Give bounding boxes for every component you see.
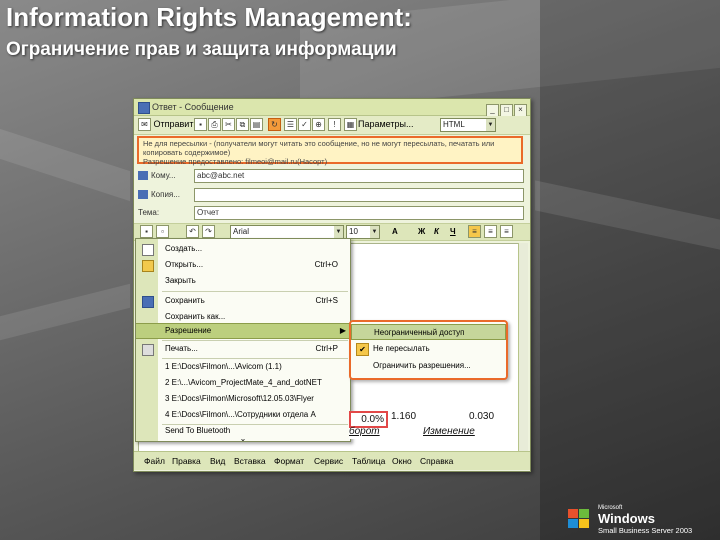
menu-file[interactable]: Файл [144,452,165,470]
slide-title: Information Rights Management: [6,2,412,32]
window-title: Ответ - Сообщение [152,102,234,112]
submenu-item-unrestricted[interactable]: Неограниченный доступ [351,324,506,340]
recent-file-item[interactable]: 3 E:\Docs\Filmon\Microsoft\12.05.03\Flye… [136,391,350,407]
checkmark-icon: ✔ [356,343,369,356]
align-right-icon[interactable]: ≡ [500,225,513,239]
to-button[interactable]: Кому... [138,171,176,181]
menu-item-save[interactable]: Сохранить Ctrl+S [136,293,350,309]
logo-edition: Small Business Server 2003 [598,526,693,535]
cut-icon[interactable]: ✂ [222,118,235,132]
menu-tools[interactable]: Сервис [314,452,343,470]
recent-file-item[interactable]: 2 E:\...\Avicom_ProjectMate_4_and_dotNET [136,375,350,391]
send-button[interactable]: ✉ Отправить [138,118,198,132]
folder-icon [142,260,154,272]
to-row: Кому... abc@abc.net [138,168,526,183]
attach-icon[interactable]: ⊕ [312,118,325,132]
permission-icon[interactable]: ↻ [268,118,281,132]
print-icon [142,344,154,356]
cc-row: Копия... [138,187,526,202]
font-color-icon[interactable]: A [392,225,398,238]
chevron-down-icon: ▼ [486,119,495,131]
cc-field[interactable] [194,188,524,202]
menu-separator [162,291,348,292]
open-icon[interactable]: ▫ [156,225,169,239]
address-book-icon [138,190,148,200]
background-beam [0,128,130,202]
subject-row: Тема: Отчет [138,205,526,220]
menu-item-open[interactable]: Открыть... Ctrl+O [136,257,350,273]
subject-field[interactable]: Отчет [194,206,524,220]
menu-edit[interactable]: Правка [172,452,201,470]
background-beam [0,283,130,341]
align-center-icon[interactable]: ≡ [484,225,497,239]
rights-infobar: Не для пересылки - (получатели могут чит… [137,136,523,166]
recent-file-item[interactable]: 1 E:\Docs\Filmon\...\Avicom (1.1) [136,359,350,375]
menu-expand-chevron-icon[interactable]: ⌄ [136,435,350,443]
check-names-icon[interactable]: ✓ [298,118,311,132]
new-document-icon [142,244,154,256]
mail-app-icon [138,102,150,114]
menu-help[interactable]: Справка [420,452,453,470]
menu-view[interactable]: Вид [210,452,225,470]
paste-icon[interactable]: ▤ [250,118,263,132]
save-icon [142,296,154,308]
undo-icon[interactable]: ↶ [186,225,199,239]
infobar-line: Разрешение предоставлено: filmeoi@mail.r… [143,157,328,166]
save-icon[interactable]: ▪ [194,118,207,132]
to-field[interactable]: abc@abc.net [194,169,524,183]
table-cell: 1.160 [391,411,417,422]
submenu-arrow-icon: ▶ [339,326,346,335]
standard-toolbar: ✉ Отправить ▪ ⎙ ✂ ⧉ ▤ ↻ ☰ ✓ ⊕ ! ▦ Параме… [134,116,530,135]
menu-item-new[interactable]: Создать... [136,241,350,257]
submenu-item-restrict-permission[interactable]: Ограничить разрешения... [351,358,506,374]
redo-icon[interactable]: ↷ [202,225,215,239]
background-panel [540,0,720,540]
logo-product: Windows [598,511,655,526]
subject-label: Тема: [138,208,160,217]
menu-window[interactable]: Окно [392,452,412,470]
send-icon: ✉ [138,118,151,132]
permission-submenu: Неограниченный доступ ✔ Не пересылать Ог… [349,320,508,380]
address-book-icon[interactable]: ☰ [284,118,297,132]
window-titlebar: Ответ - Сообщение _ □ × [134,99,530,117]
italic-icon[interactable]: К [434,225,439,238]
menu-format[interactable]: Формат [274,452,304,470]
slide-subtitle: Ограничение прав и защита информации [6,39,397,60]
infobar-line: копировать содержимое) [143,148,231,157]
table-cell: Изменение [423,426,475,437]
embedded-table: 0.0% 1.160 0.030 борот Изменение [349,411,504,439]
save-icon[interactable]: ▪ [140,225,153,239]
flag-icon[interactable]: ! [328,118,341,132]
print-icon[interactable]: ⎙ [208,118,221,132]
menu-insert[interactable]: Вставка [234,452,266,470]
chevron-down-icon: ▼ [370,226,379,238]
menu-item-permission[interactable]: Разрешение ▶ [136,323,350,339]
recent-file-item[interactable]: 4 E:\Docs\Filmon\...\Сотрудники отдела А [136,407,350,423]
font-select[interactable]: Arial ▼ [230,225,344,239]
underline-icon[interactable]: Ч [450,225,456,238]
cc-button[interactable]: Копия... [138,190,180,200]
vertical-scrollbar[interactable] [518,243,528,451]
options-button[interactable]: Параметры... [358,118,413,131]
submenu-item-do-not-forward[interactable]: ✔ Не пересылать [351,341,506,357]
bold-icon[interactable]: Ж [418,225,425,238]
font-size-select[interactable]: 10 ▼ [346,225,380,239]
format-select[interactable]: HTML ▼ [440,118,496,132]
table-cell: 0.030 [469,411,495,422]
menu-table[interactable]: Таблица [352,452,385,470]
menubar: Файл Правка Вид Вставка Формат Сервис Та… [134,451,530,470]
align-left-icon[interactable]: ≡ [468,225,481,239]
copy-icon[interactable]: ⧉ [236,118,249,132]
menu-item-print[interactable]: Печать... Ctrl+P [136,341,350,357]
menu-item-close[interactable]: Закрыть [136,273,350,289]
windows-flag-icon [568,509,592,531]
options-icon[interactable]: ▦ [344,118,357,132]
infobar-line: Не для пересылки - (получатели могут чит… [143,139,495,148]
table-cell: борот [349,426,380,437]
file-menu: Создать... Открыть... Ctrl+O Закрыть Сох… [135,238,351,443]
address-book-icon [138,171,148,181]
chevron-down-icon: ▼ [334,226,343,238]
